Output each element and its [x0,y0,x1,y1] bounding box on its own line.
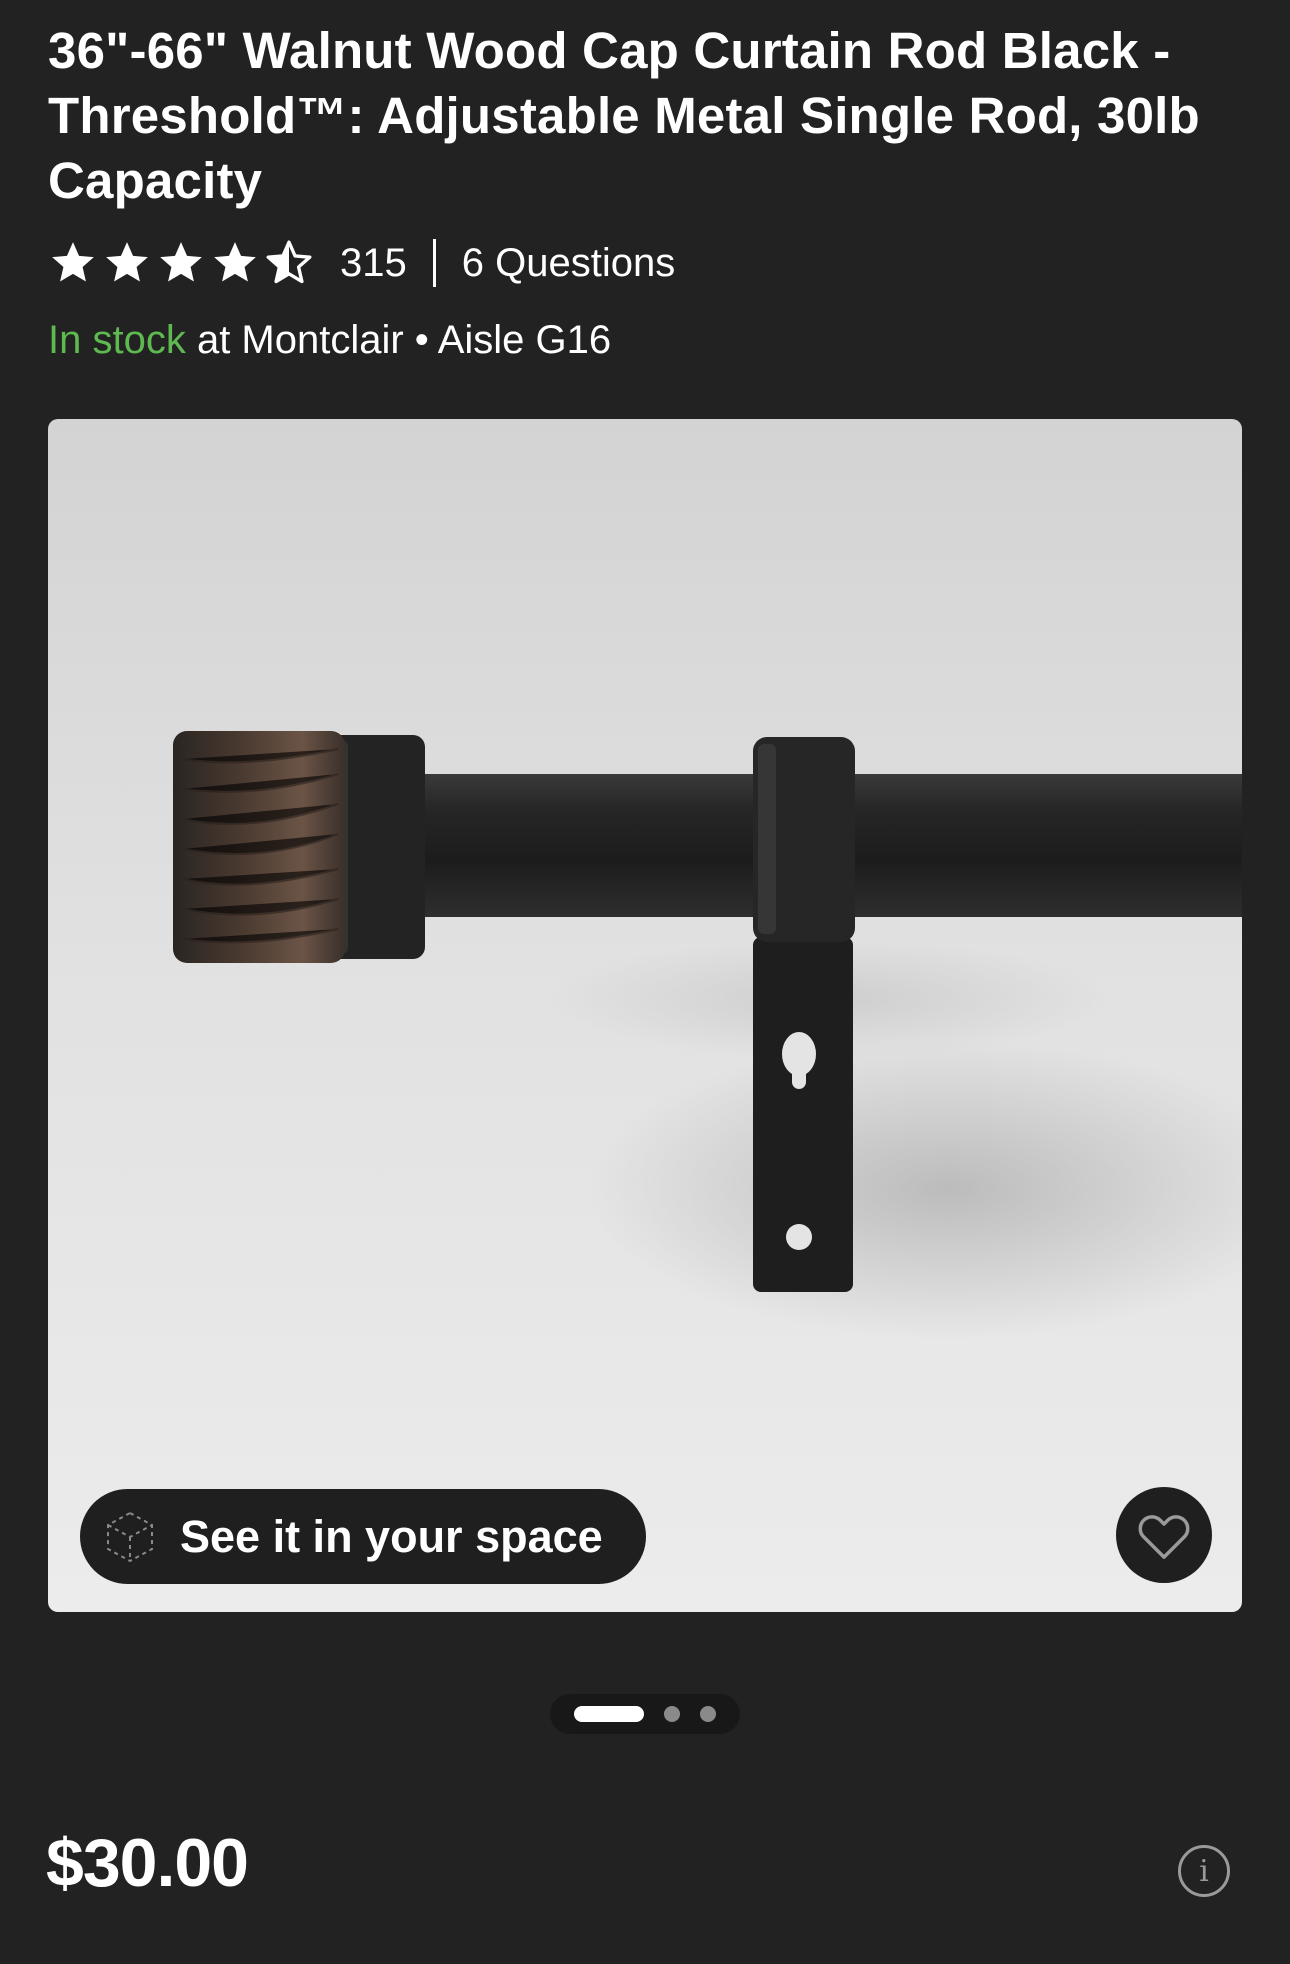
star-icon [160,242,202,282]
star-icon [106,242,148,282]
store-location: at Montclair • Aisle G16 [185,318,612,362]
star-icon [214,242,256,282]
availability-line[interactable]: In stock at Montclair • Aisle G16 [48,318,611,363]
star-icon [52,242,94,282]
see-in-space-button[interactable]: See it in your space [80,1489,646,1584]
product-image [173,731,1242,1339]
star-rating[interactable] [48,238,314,288]
info-icon: i [1199,1853,1209,1889]
see-in-space-label: See it in your space [180,1510,603,1562]
half-star-icon [266,240,312,284]
favorite-button[interactable] [1116,1487,1212,1583]
divider [432,239,436,287]
heart-icon [1138,1515,1190,1559]
product-price: $30.00 [46,1825,249,1901]
product-image-carousel[interactable]: See it in your space [48,419,1242,1612]
questions-link[interactable]: 6 Questions [462,241,675,286]
rating-count[interactable]: 315 [340,241,407,286]
price-info-button[interactable]: i [1178,1845,1230,1897]
stock-status: In stock [48,318,186,362]
rating-row[interactable]: 315 6 Questions [48,236,675,290]
page-indicator-active[interactable] [574,1706,644,1722]
page-indicator[interactable] [700,1706,716,1722]
cube-ar-icon [107,1511,153,1562]
carousel-pagination[interactable] [550,1694,740,1734]
page-indicator[interactable] [664,1706,680,1722]
product-title: 36"-66" Walnut Wood Cap Curtain Rod Blac… [48,22,1200,209]
